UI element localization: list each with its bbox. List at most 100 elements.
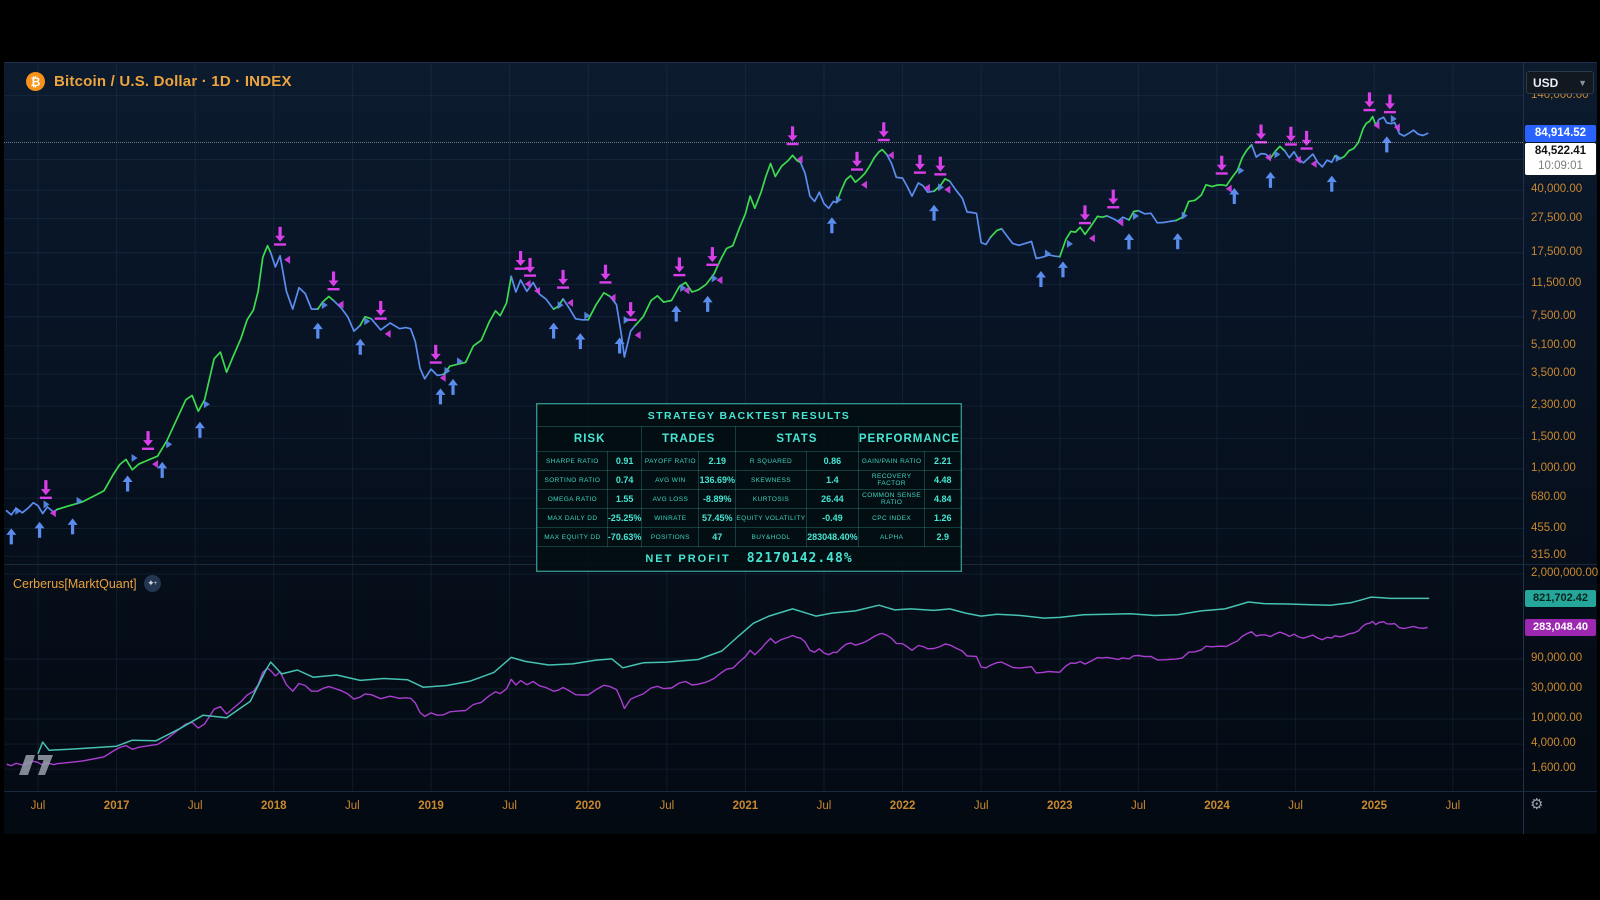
price-line-segment (1285, 151, 1335, 167)
equity-tick-label: 2,000,000.00 (1531, 567, 1598, 579)
currency-dropdown[interactable]: USD ▼ (1526, 71, 1594, 94)
indicator-label[interactable]: Cerberus[MarktQuant] (13, 577, 137, 591)
buy-arrow (575, 333, 585, 340)
net-profit-value: 82170142.48% (747, 551, 853, 566)
sell-arrow (678, 257, 681, 267)
sell-arrow (707, 256, 717, 262)
buy-arrow (126, 482, 129, 492)
equity-tick-label: 90,000.00 (1531, 652, 1582, 664)
sell-arrow (1220, 156, 1223, 166)
buy-arrow (359, 345, 362, 355)
time-tick-label: 2017 (104, 800, 130, 812)
sell-arrow (379, 301, 382, 311)
indicator-legend-row[interactable]: Cerberus[MarktQuant] ✦+ (13, 575, 161, 592)
sparkle-icon[interactable]: ✦+ (144, 575, 161, 592)
buy-arrow (1124, 233, 1134, 240)
sell-triangle (385, 330, 391, 338)
table-title: STRATEGY BACKTEST RESULTS (538, 405, 961, 427)
buy-arrow (1036, 271, 1046, 278)
table-group-header: STATS (735, 427, 858, 452)
time-tick-label: 2020 (575, 800, 601, 812)
metric-value: -8.89% (699, 490, 736, 509)
buy-arrow (549, 323, 559, 330)
buy-arrow (675, 312, 678, 322)
sell-arrow (1080, 214, 1090, 220)
sell-arrow (855, 152, 858, 162)
sell-arrow (788, 135, 798, 141)
buy-arrow (1127, 240, 1130, 250)
previous-close-line (4, 142, 1523, 143)
gear-icon[interactable]: ⚙ (1530, 795, 1543, 813)
metric-value: 283048.40% (806, 528, 858, 547)
price-tick-label: 11,500.00 (1531, 277, 1581, 289)
sell-arrow (519, 251, 522, 261)
symbol-title-row[interactable]: ₿ Bitcoin / U.S. Dollar · 1D · INDEX (26, 72, 292, 91)
sell-arrow (561, 270, 564, 280)
time-tick-label: 2018 (261, 800, 287, 812)
sell-arrow (1112, 190, 1115, 200)
price-line-segment (950, 181, 991, 244)
sell-arrow (515, 267, 527, 269)
price-line-segment (57, 246, 271, 510)
price-line-segment (1138, 211, 1176, 223)
buy-arrow (451, 385, 454, 395)
sell-triangle (716, 276, 722, 284)
time-tick-label: 2021 (733, 800, 759, 812)
sell-arrow (914, 171, 926, 173)
price-tick-label: 17,500.00 (1531, 246, 1582, 258)
price-line-segment (444, 276, 512, 374)
price-line-segment (800, 162, 836, 208)
sell-triangle (635, 331, 641, 339)
price-line-segment (1002, 229, 1060, 259)
buy-arrow (1330, 182, 1333, 192)
price-tick-label: 1,500.00 (1531, 431, 1576, 443)
metric-value: 2.19 (699, 452, 736, 471)
metric-value: 4.48 (925, 471, 961, 490)
buy-arrow (1265, 172, 1275, 179)
buy-triangle (1336, 154, 1342, 162)
sell-arrow (1363, 109, 1375, 111)
price-tick-label: 1,000.00 (1531, 462, 1576, 474)
sell-arrow (525, 267, 535, 273)
metric-label: EQUITY VOLATILITY (735, 509, 806, 528)
prev-close-value: 84,522.41 (1525, 144, 1596, 159)
sell-arrow (1289, 127, 1292, 137)
countdown-badge: 84,522.41 10:09:01 (1525, 143, 1596, 175)
tradingview-logo-icon (18, 753, 54, 777)
metric-label: R SQUARED (735, 452, 806, 471)
sell-triangle (944, 186, 950, 194)
sell-arrow (852, 161, 862, 167)
bar-countdown: 10:09:01 (1525, 159, 1596, 174)
sell-arrow (674, 266, 684, 272)
sell-arrow (1285, 143, 1297, 145)
time-tick-label: 2022 (890, 800, 916, 812)
metric-label: MAX EQUITY DD (538, 528, 608, 547)
metric-value: 57.45% (699, 509, 736, 528)
backtest-results-table: STRATEGY BACKTEST RESULTSRISKTRADESSTATS… (537, 404, 961, 571)
time-tick-label: Jul (31, 800, 46, 812)
price-line-segment (1376, 117, 1428, 136)
sell-arrow (375, 317, 387, 319)
bitcoin-icon: ₿ (26, 72, 45, 91)
sell-arrow (600, 274, 610, 280)
symbol-title: Bitcoin / U.S. Dollar · 1D · INDEX (54, 73, 292, 90)
metric-label: SORTINO RATIO (538, 471, 608, 490)
buy-triangle (15, 507, 21, 515)
screen: ₿ Bitcoin / U.S. Dollar · 1D · INDEX STR… (0, 0, 1600, 900)
sell-arrow (1108, 199, 1118, 205)
buy-arrow (157, 462, 167, 469)
metric-label: WINRATE (642, 509, 699, 528)
metric-value: 1.26 (925, 509, 961, 528)
buy-arrow (1269, 178, 1272, 188)
sell-arrow (939, 157, 942, 167)
sell-arrow (1107, 206, 1119, 208)
plot-area[interactable]: ₿ Bitcoin / U.S. Dollar · 1D · INDEX STR… (4, 63, 1523, 834)
table-group-header: RISK (538, 427, 642, 452)
buy-triangle (132, 454, 138, 462)
sell-arrow (1259, 125, 1262, 134)
buy-arrow (703, 296, 713, 303)
time-tick-label: 2024 (1204, 800, 1230, 812)
price-scale[interactable]: USD ▼ 84,914.52 84,522.41 10:09:01 821,7… (1523, 63, 1598, 834)
time-axis[interactable]: Jul2017Jul2018Jul2019Jul2020Jul2021Jul20… (4, 792, 1523, 834)
price-line-segment (1335, 117, 1376, 159)
